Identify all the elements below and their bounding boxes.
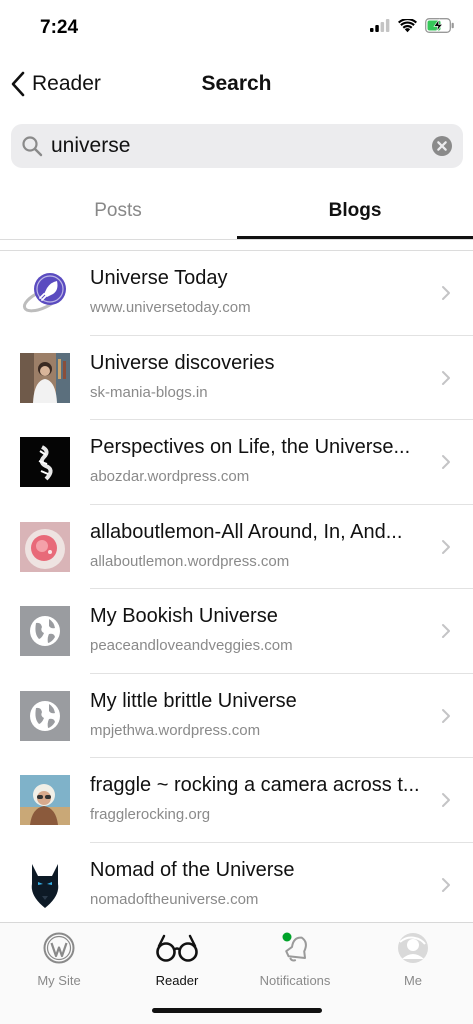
rocket-logo-icon: [20, 268, 70, 318]
blog-url: peaceandloveandveggies.com: [90, 637, 293, 654]
person-photo-icon: [20, 352, 70, 403]
chevron-right-icon: [442, 624, 450, 638]
blog-row[interactable]: allaboutlemon-All Around, In, And... all…: [0, 505, 473, 590]
chevron-right-icon: [442, 877, 450, 892]
abstract-photo-icon: [20, 437, 70, 487]
blog-title: Universe Today: [90, 267, 228, 289]
blog-row[interactable]: fraggle ~ rocking a camera across t... f…: [0, 758, 473, 843]
chevron-right-icon: [442, 793, 450, 807]
home-indicator[interactable]: [152, 1008, 322, 1013]
tab-label: Me: [403, 973, 423, 988]
globe-placeholder-icon: [20, 606, 70, 656]
tab-selected-indicator: [237, 236, 473, 239]
notification-badge: [282, 932, 292, 942]
tab-blogs[interactable]: Blogs: [237, 188, 473, 240]
reader-search-screen: 7:24 Reader Search universe Posts Blogs …: [0, 0, 473, 1024]
blog-title: Nomad of the Universe: [90, 858, 295, 881]
wordpress-icon: [43, 932, 75, 964]
tab-label: My Site: [37, 973, 81, 988]
status-bar: 7:24: [0, 0, 473, 56]
chevron-right-icon: [442, 286, 450, 300]
portrait-photo-icon: [20, 775, 70, 825]
search-input[interactable]: [51, 130, 421, 162]
globe-placeholder-icon: [20, 690, 70, 741]
tab-me[interactable]: Me: [354, 931, 472, 993]
blog-row[interactable]: My little brittle Universe mpjethwa.word…: [0, 674, 473, 759]
blog-thumbnail: [20, 521, 70, 572]
blog-title: Perspectives on Life, the Universe...: [90, 436, 411, 458]
clear-icon[interactable]: [431, 135, 453, 157]
chevron-right-icon: [442, 370, 450, 385]
blog-title: fraggle ~ rocking a camera across t...: [90, 774, 420, 796]
blog-thumbnail: [20, 690, 70, 741]
tab-notifications[interactable]: Notifications: [236, 931, 354, 993]
back-label: Reader: [32, 72, 101, 95]
chevron-right-icon: [442, 539, 450, 554]
blog-thumbnail: [20, 859, 70, 910]
back-button[interactable]: Reader: [10, 66, 101, 102]
blog-url: mpjethwa.wordpress.com: [90, 721, 261, 739]
drink-photo-icon: [20, 521, 70, 572]
blog-thumbnail: [20, 352, 70, 403]
wolf-logo-icon: [20, 859, 70, 910]
blog-title: allaboutlemon-All Around, In, And...: [90, 520, 403, 543]
tab-label: Notifications: [259, 973, 331, 988]
blog-url: abozdar.wordpress.com: [90, 468, 250, 485]
blog-url: fragglerocking.org: [90, 806, 211, 823]
chevron-right-icon: [442, 708, 450, 723]
bell-icon: [282, 932, 307, 962]
chevron-left-icon: [11, 71, 25, 97]
blog-thumbnail: [20, 437, 70, 487]
blog-results-list: Universe Today www.universetoday.com Uni…: [0, 251, 473, 927]
status-icons: [370, 18, 455, 33]
blog-url: allaboutlemon.wordpress.com: [90, 552, 290, 570]
signal-icon: [370, 19, 390, 32]
blog-url: www.universetoday.com: [90, 299, 251, 316]
search-field[interactable]: [11, 124, 463, 168]
wifi-icon: [398, 18, 417, 32]
search-icon: [22, 136, 43, 157]
search-tabs: Posts Blogs: [0, 188, 473, 240]
blog-title: Universe discoveries: [90, 351, 275, 374]
tab-posts[interactable]: Posts: [0, 188, 236, 240]
battery-charging-icon: [425, 18, 454, 33]
chevron-right-icon: [442, 455, 450, 469]
blog-thumbnail: [20, 268, 70, 318]
blog-row[interactable]: Universe discoveries sk-mania-blogs.in: [0, 336, 473, 421]
blog-title: My little brittle Universe: [90, 689, 297, 712]
reader-glasses-icon: [156, 934, 198, 962]
blog-url: nomadoftheuniverse.com: [90, 890, 259, 908]
blog-url: sk-mania-blogs.in: [90, 383, 208, 401]
blog-row[interactable]: Perspectives on Life, the Universe... ab…: [0, 420, 473, 505]
blog-thumbnail: [20, 606, 70, 656]
tab-my-site[interactable]: My Site: [0, 931, 118, 993]
status-time: 7:24: [40, 17, 79, 38]
blog-thumbnail: [20, 775, 70, 825]
tab-reader[interactable]: Reader: [118, 931, 236, 993]
avatar-icon: [398, 933, 428, 963]
blog-title: My Bookish Universe: [90, 605, 278, 627]
navigation-bar: Reader Search: [0, 56, 473, 112]
tab-label: Reader: [155, 973, 199, 988]
blog-row[interactable]: Nomad of the Universe nomadoftheuniverse…: [0, 843, 473, 928]
blog-row[interactable]: My Bookish Universe peaceandloveandveggi…: [0, 589, 473, 674]
blog-row[interactable]: Universe Today www.universetoday.com: [0, 251, 473, 336]
